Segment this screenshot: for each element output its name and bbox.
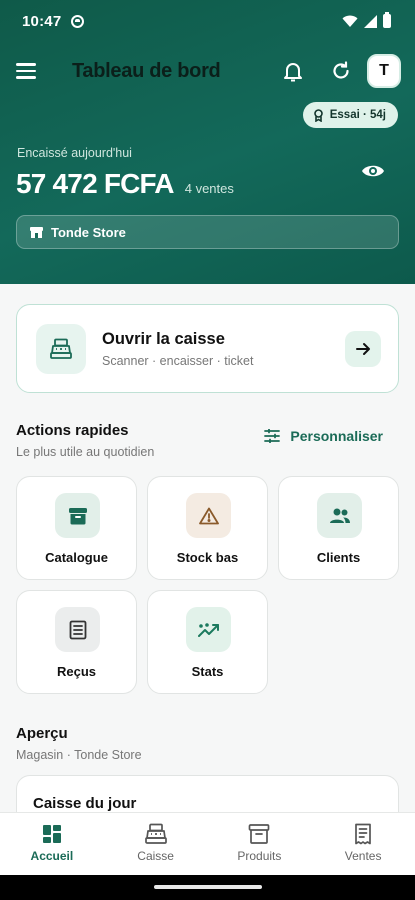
quick-actions-title: Actions rapides — [16, 422, 129, 439]
tile-clients[interactable]: Clients — [278, 476, 399, 580]
tile-icon-box — [186, 607, 231, 652]
tile-label: Stock bas — [176, 550, 239, 565]
customize-button[interactable]: Personnaliser — [264, 428, 383, 444]
tile-catalogue[interactable]: Catalogue — [16, 476, 137, 580]
bell-icon — [284, 63, 302, 82]
status-bar: 10:47 — [22, 10, 391, 32]
signal-icon — [364, 14, 377, 28]
store-selector[interactable]: Tonde Store — [16, 215, 399, 249]
avatar[interactable]: T — [367, 54, 401, 88]
register-icon-box — [36, 323, 86, 374]
amount-row: 57 472 FCFA 4 ventes — [16, 168, 234, 200]
header: 10:47 Tableau de bord T Essai · 54j Enca… — [0, 0, 415, 284]
cash-register-icon — [50, 338, 72, 359]
dashboard-screen: 10:47 Tableau de bord T Essai · 54j Enca… — [0, 0, 415, 900]
register-text: Ouvrir la caisse Scanner · encaisser · t… — [102, 330, 253, 368]
register-title: Ouvrir la caisse — [102, 329, 225, 348]
badge-icon — [313, 108, 323, 122]
nav-label: Accueil — [30, 849, 74, 863]
refresh-button[interactable] — [327, 57, 355, 85]
tile-receipts[interactable]: Reçus — [16, 590, 137, 694]
tile-label: Stats — [191, 664, 224, 679]
page-title: Tableau de bord — [72, 59, 221, 82]
battery-icon — [383, 12, 391, 28]
overview-subtitle: Magasin · Tonde Store — [16, 748, 142, 762]
status-indicators — [342, 12, 391, 28]
nav-label: Ventes — [344, 849, 382, 863]
trial-badge[interactable]: Essai · 54j — [302, 102, 398, 128]
overview-title: Aperçu — [16, 725, 68, 742]
tile-low-stock[interactable]: Stock bas — [147, 476, 268, 580]
refresh-icon — [333, 61, 349, 79]
register-subtitle: Scanner · encaisser · ticket — [102, 353, 254, 368]
eye-icon — [362, 165, 384, 177]
tile-icon-box — [55, 493, 100, 538]
notifications-button[interactable] — [279, 57, 307, 85]
app-notification-icon — [71, 14, 85, 28]
trial-badge-label: Essai · 54j — [329, 109, 386, 121]
wifi-icon — [342, 15, 358, 27]
gesture-handle[interactable] — [154, 885, 262, 889]
tile-icon-box — [186, 493, 231, 538]
trending-icon — [197, 622, 219, 637]
top-bar: Tableau de bord T — [16, 52, 401, 90]
nav-label: Produits — [237, 849, 282, 863]
sales-count: 4 ventes — [184, 181, 234, 196]
tile-icon-box — [317, 493, 362, 538]
open-register-card[interactable]: Ouvrir la caisse Scanner · encaisser · t… — [16, 304, 399, 393]
arrow-right-icon — [356, 342, 370, 355]
tile-label: Catalogue — [45, 550, 108, 565]
nav-item-register[interactable]: Caisse — [104, 813, 208, 875]
top-actions: T — [279, 54, 401, 88]
nav-item-home[interactable]: Accueil — [0, 813, 104, 875]
receipt-icon — [69, 620, 86, 639]
users-icon — [329, 508, 350, 523]
store-icon — [30, 226, 43, 238]
tile-stats[interactable]: Stats — [147, 590, 268, 694]
archive-icon — [68, 507, 87, 524]
tile-label: Clients — [316, 550, 361, 565]
customize-label: Personnaliser — [290, 428, 383, 444]
warning-icon — [198, 507, 219, 524]
bottom-nav: Accueil Caisse Produits Ventes — [0, 812, 415, 875]
nav-item-sales[interactable]: Ventes — [311, 813, 415, 875]
collected-label: Encaissé aujourd'hui — [17, 146, 132, 160]
collected-amount: 57 472 FCFA — [16, 168, 175, 199]
gesture-bar — [0, 875, 415, 900]
sliders-icon — [264, 429, 281, 443]
day-register-title: Caisse du jour — [33, 795, 137, 812]
quick-actions-subtitle: Le plus utile au quotidien — [16, 445, 155, 459]
nav-item-products[interactable]: Produits — [208, 813, 312, 875]
dashboard-icon — [42, 825, 61, 843]
tile-icon-box — [55, 607, 100, 652]
open-register-button[interactable] — [345, 330, 381, 367]
receipt-icon — [355, 823, 371, 845]
box-icon — [249, 824, 270, 844]
nav-label: Caisse — [137, 849, 174, 863]
status-time: 10:47 — [22, 12, 62, 30]
toggle-visibility-button[interactable] — [361, 160, 387, 182]
store-name: Tonde Store — [51, 224, 126, 240]
menu-button[interactable] — [16, 59, 42, 83]
cash-register-icon — [144, 823, 167, 844]
tile-label: Reçus — [56, 664, 97, 679]
